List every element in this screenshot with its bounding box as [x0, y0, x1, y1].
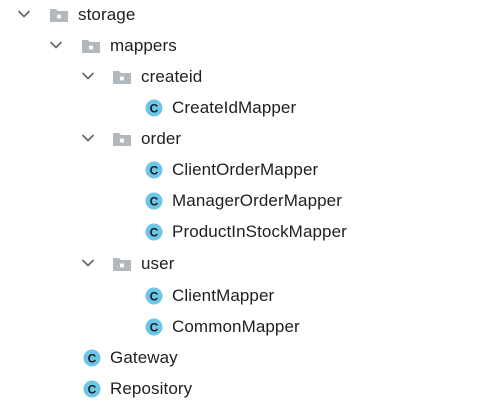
tree-class-label: CommonMapper [172, 317, 300, 336]
svg-text:C: C [88, 382, 97, 396]
svg-text:C: C [88, 351, 97, 365]
svg-text:C: C [150, 101, 159, 115]
tree-class-label: ProductInStockMapper [172, 222, 347, 241]
class-icon: C [145, 223, 163, 241]
class-icon: C [145, 161, 163, 179]
svg-text:C: C [150, 320, 159, 334]
chevron-down-icon[interactable] [49, 38, 63, 52]
tree-class-repository[interactable]: C Repository [0, 374, 477, 405]
tree-class-clientordermapper[interactable]: C ClientOrderMapper [0, 155, 477, 186]
tree-node-label: mappers [110, 36, 177, 55]
tree-class-commonmapper[interactable]: C CommonMapper [0, 312, 477, 343]
svg-text:C: C [150, 225, 159, 239]
class-icon: C [145, 318, 163, 336]
tree-node-storage[interactable]: storage [0, 0, 477, 31]
project-tree: storage mappers createid C CreateIdMappe… [0, 0, 477, 407]
tree-node-label: storage [78, 5, 136, 24]
chevron-down-icon[interactable] [81, 69, 95, 83]
package-folder-icon [113, 71, 131, 84]
package-folder-icon [113, 133, 131, 146]
tree-node-label: user [141, 254, 175, 273]
package-folder-icon [50, 9, 68, 22]
tree-node-user[interactable]: user [0, 249, 477, 280]
tree-class-clientmapper[interactable]: C ClientMapper [0, 281, 477, 312]
tree-node-mappers[interactable]: mappers [0, 31, 477, 62]
chevron-down-icon[interactable] [81, 131, 95, 145]
tree-class-createidmapper[interactable]: C CreateIdMapper [0, 93, 477, 124]
tree-node-order[interactable]: order [0, 124, 477, 155]
package-folder-icon [82, 40, 100, 53]
tree-class-label: ManagerOrderMapper [172, 191, 342, 210]
class-icon: C [145, 287, 163, 305]
tree-class-productinstockmapper[interactable]: C ProductInStockMapper [0, 217, 477, 248]
tree-class-label: ClientOrderMapper [172, 160, 319, 179]
class-icon: C [83, 380, 101, 398]
svg-text:C: C [150, 289, 159, 303]
tree-node-label: createid [141, 67, 203, 86]
tree-node-label: order [141, 129, 182, 148]
chevron-down-icon[interactable] [17, 7, 31, 21]
tree-node-createid[interactable]: createid [0, 62, 477, 93]
tree-class-label: CreateIdMapper [172, 98, 297, 117]
tree-class-label: ClientMapper [172, 286, 275, 305]
tree-class-label: Gateway [110, 348, 178, 367]
tree-class-gateway[interactable]: C Gateway [0, 343, 477, 374]
svg-text:C: C [150, 194, 159, 208]
svg-text:C: C [150, 163, 159, 177]
class-icon: C [145, 99, 163, 117]
tree-class-label: Repository [110, 379, 193, 398]
tree-class-managerordermapper[interactable]: C ManagerOrderMapper [0, 186, 477, 217]
class-icon: C [83, 349, 101, 367]
class-icon: C [145, 192, 163, 210]
package-folder-icon [113, 258, 131, 271]
chevron-down-icon[interactable] [81, 256, 95, 270]
